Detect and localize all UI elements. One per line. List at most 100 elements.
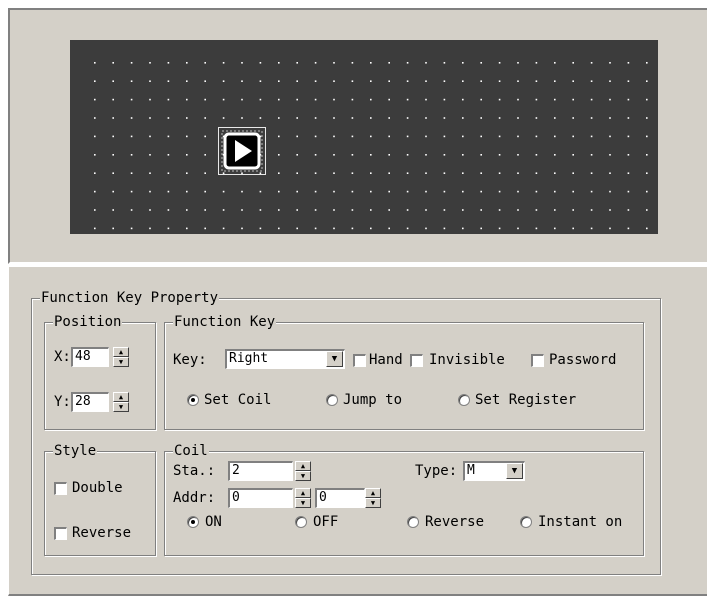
grid-dot xyxy=(480,62,482,64)
grid-dot xyxy=(388,80,390,82)
grid-dot xyxy=(222,190,225,193)
grid-dot xyxy=(241,190,243,193)
grid-dot xyxy=(130,135,133,138)
grid-dot xyxy=(443,172,446,174)
position-group: Position X: 48 ▲ ▼ Y: 28 ▲ ▼ xyxy=(44,313,156,430)
grid-dot xyxy=(149,154,151,156)
triangle-up-icon[interactable]: ▲ xyxy=(113,392,129,402)
triangle-down-icon[interactable]: ▼ xyxy=(295,471,311,481)
grid-dot xyxy=(406,135,409,138)
grid-dot xyxy=(241,98,243,101)
grid-dot xyxy=(333,135,335,138)
grid-dot xyxy=(462,154,464,156)
chevron-down-icon[interactable]: ▼ xyxy=(506,463,523,479)
triangle-down-icon[interactable]: ▼ xyxy=(113,357,129,367)
grid-dot xyxy=(425,98,427,101)
triangle-down-icon[interactable]: ▼ xyxy=(113,402,129,412)
chevron-down-icon[interactable]: ▼ xyxy=(326,351,343,367)
grid-dot xyxy=(94,172,96,174)
grid-dot xyxy=(646,80,648,82)
grid-dot xyxy=(296,80,298,82)
grid-dot xyxy=(646,117,648,119)
grid-dot xyxy=(535,62,538,64)
reverse-style-checkbox[interactable] xyxy=(54,527,67,540)
sta-label: Sta.: xyxy=(173,463,216,479)
triangle-up-icon[interactable]: ▲ xyxy=(113,347,129,357)
grid-dot xyxy=(204,190,206,193)
double-checkbox[interactable] xyxy=(54,482,67,495)
grid-dot xyxy=(480,117,482,119)
grid-dot xyxy=(554,117,556,119)
triangle-down-icon[interactable]: ▼ xyxy=(365,498,381,508)
grid-dot xyxy=(590,190,593,193)
grid-dot xyxy=(590,227,593,230)
grid-dot xyxy=(535,227,538,230)
addr-stepper-2[interactable]: ▲ ▼ xyxy=(365,488,381,508)
hand-checkbox[interactable] xyxy=(353,354,366,367)
grid-dot xyxy=(443,135,446,138)
set-coil-radio[interactable] xyxy=(187,394,199,406)
on-radio[interactable] xyxy=(187,516,199,528)
triangle-up-icon[interactable]: ▲ xyxy=(295,488,311,498)
on-label: ON xyxy=(205,514,222,530)
password-checkbox[interactable] xyxy=(531,354,544,367)
grid-dot xyxy=(94,227,96,230)
grid-dot xyxy=(278,227,280,230)
grid-dot xyxy=(167,190,170,193)
type-select-value: M xyxy=(467,463,475,478)
y-stepper[interactable]: ▲ ▼ xyxy=(113,392,129,412)
grid-dot xyxy=(204,135,206,138)
grid-dot xyxy=(314,117,317,119)
grid-dot xyxy=(517,117,519,119)
grid-dot xyxy=(498,154,501,156)
grid-dot xyxy=(425,227,427,230)
reverse-radio[interactable] xyxy=(407,516,419,528)
grid-dot xyxy=(462,62,464,64)
triangle-up-icon[interactable]: ▲ xyxy=(365,488,381,498)
style-group: Style Double Reverse xyxy=(44,442,156,556)
off-radio[interactable] xyxy=(295,516,307,528)
grid-dot xyxy=(609,80,611,82)
grid-dot xyxy=(296,98,298,101)
addr-stepper-1[interactable]: ▲ ▼ xyxy=(295,488,311,508)
grid-dot xyxy=(498,172,501,174)
grid-dot xyxy=(554,209,556,211)
set-register-radio[interactable] xyxy=(458,394,470,406)
triangle-down-icon[interactable]: ▼ xyxy=(295,498,311,508)
x-input[interactable]: 48 xyxy=(71,347,109,367)
grid-dot xyxy=(406,117,409,119)
grid-dot xyxy=(462,135,464,138)
grid-dot xyxy=(278,117,280,119)
invisible-checkbox[interactable] xyxy=(410,354,423,367)
grid-dot xyxy=(425,154,427,156)
instant-on-radio[interactable] xyxy=(520,516,532,528)
jump-to-radio[interactable] xyxy=(326,394,338,406)
grid-dot xyxy=(186,80,188,82)
grid-dot xyxy=(646,172,648,174)
grid-dot xyxy=(94,135,96,138)
y-input[interactable]: 28 xyxy=(71,392,109,412)
grid-dot xyxy=(351,154,354,156)
grid-dot xyxy=(278,154,280,156)
grid-dot xyxy=(498,80,501,82)
grid-dot xyxy=(462,172,464,174)
addr-input-2[interactable]: 0 xyxy=(315,488,365,508)
grid-dot xyxy=(425,117,427,119)
grid-dot xyxy=(149,190,151,193)
sta-input[interactable]: 2 xyxy=(228,461,293,481)
preview-screen[interactable] xyxy=(70,40,658,234)
grid-dot xyxy=(314,135,317,138)
triangle-up-icon[interactable]: ▲ xyxy=(295,461,311,471)
grid-dot xyxy=(517,227,519,230)
grid-dot xyxy=(443,98,446,101)
x-stepper[interactable]: ▲ ▼ xyxy=(113,347,129,367)
grid-dot xyxy=(590,80,593,82)
grid-dot xyxy=(278,62,280,64)
function-key-widget[interactable] xyxy=(218,127,266,175)
addr-input-1[interactable]: 0 xyxy=(228,488,293,508)
grid-dot xyxy=(370,154,372,156)
x-label: X: xyxy=(54,349,71,365)
sta-stepper[interactable]: ▲ ▼ xyxy=(295,461,311,481)
grid-dot xyxy=(333,62,335,64)
grid-dot xyxy=(186,190,188,193)
